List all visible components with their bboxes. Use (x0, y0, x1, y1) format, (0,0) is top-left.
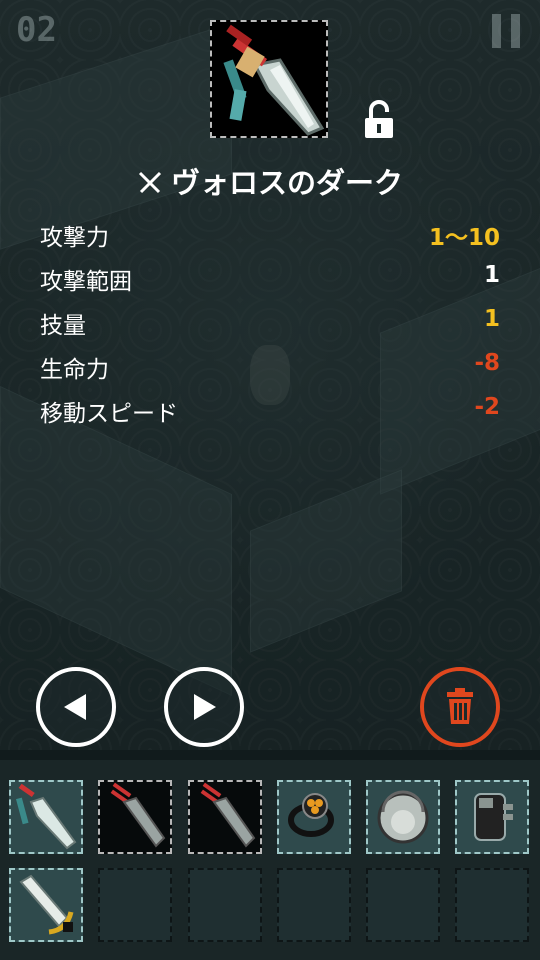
previous-item-button[interactable] (36, 667, 116, 747)
inventory-panel (0, 760, 540, 960)
item-name-text: ヴォロスのダーク (170, 166, 403, 200)
stats-list: 攻撃力 1～10 攻撃範囲 1 技量 1 生命力 -8 移動スピード -2 (40, 212, 500, 432)
stat-row-move-speed: 移動スピード -2 (40, 388, 500, 432)
stat-value: 1 (483, 306, 500, 332)
inventory-divider (0, 750, 540, 760)
trash-icon (447, 688, 473, 724)
stat-row-skill: 技量 1 (40, 300, 500, 344)
knife-icon (110, 782, 166, 848)
delete-item-button[interactable] (420, 667, 500, 747)
inventory-slot-empty[interactable] (188, 868, 262, 942)
inventory-slot-gauntlet[interactable] (455, 780, 529, 854)
pause-bar (511, 14, 520, 48)
inventory-slot-empty[interactable] (455, 868, 529, 942)
stat-value: -8 (474, 350, 500, 376)
stat-row-attack: 攻撃力 1～10 (40, 212, 500, 256)
inventory-slot-empty[interactable] (277, 868, 351, 942)
right-arrow-icon (194, 694, 216, 720)
stat-label: 技量 (40, 313, 86, 339)
knife-icon (200, 782, 256, 848)
dagger-icon (15, 783, 77, 850)
crossed-swords-icon (137, 169, 163, 195)
stat-row-range: 攻撃範囲 1 (40, 256, 500, 300)
stat-value: -2 (474, 394, 500, 420)
inventory-slot-empty[interactable] (98, 868, 172, 942)
pause-bar (492, 14, 501, 48)
gauntlet-icon (474, 793, 513, 841)
inventory-slot-dagger-selected[interactable] (9, 780, 83, 854)
next-item-button[interactable] (164, 667, 244, 747)
helmet-icon (377, 790, 429, 844)
stat-row-vitality: 生命力 -8 (40, 344, 500, 388)
stat-label: 生命力 (40, 357, 109, 383)
sword-icon (19, 874, 74, 935)
stat-value: 1 (483, 262, 500, 288)
inventory-slot-sword[interactable] (9, 868, 83, 942)
ring-icon (288, 793, 334, 837)
level-number: 02 (16, 10, 57, 50)
inventory-slot-knife[interactable] (188, 780, 262, 854)
inventory-slot-knife[interactable] (98, 780, 172, 854)
dagger-icon (223, 24, 325, 136)
item-name-title: ヴォロスのダーク (0, 160, 540, 202)
inventory-slot-ring[interactable] (277, 780, 351, 854)
inventory-slot-empty[interactable] (366, 868, 440, 942)
stat-label: 移動スピード (40, 401, 178, 427)
stat-label: 攻撃力 (40, 225, 109, 251)
item-image-frame (210, 20, 328, 138)
left-arrow-icon (64, 694, 86, 720)
inventory-slot-helmet[interactable] (366, 780, 440, 854)
stat-label: 攻撃範囲 (40, 269, 132, 295)
stat-value: 1～10 (428, 225, 500, 251)
pause-button[interactable] (492, 14, 520, 48)
unlocked-padlock-icon[interactable] (362, 100, 396, 140)
